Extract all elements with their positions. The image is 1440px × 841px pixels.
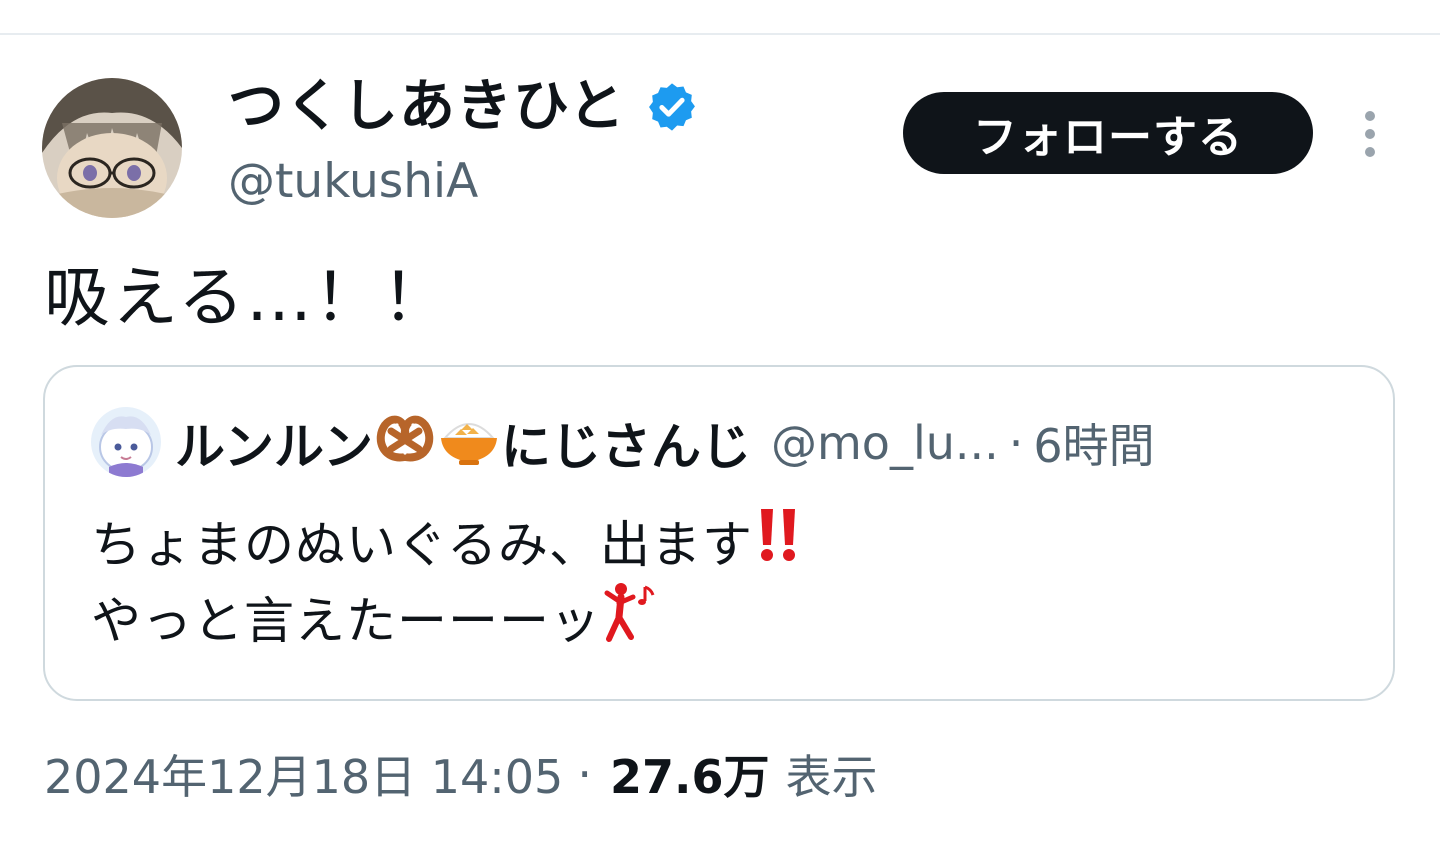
- author-handle[interactable]: @tukushiA: [228, 150, 478, 214]
- header-separator: ·: [1008, 416, 1024, 470]
- quoted-tweet-time[interactable]: 6時間: [1033, 410, 1154, 476]
- author-name-row: つくしあきひと: [228, 72, 699, 142]
- quoted-text-line-2-text: やっと言えたーーーッ: [91, 592, 601, 650]
- quoted-author-name-part1: ルンルン: [175, 418, 373, 476]
- quoted-tweet-text: ちょまのぬいぐるみ、出ます やっと言えたーーーッ: [91, 507, 805, 659]
- tweet-text: 吸える…！！: [44, 259, 451, 336]
- more-vertical-icon[interactable]: [1356, 108, 1384, 160]
- quoted-tweet-header: ルンルン にじさんじ @mo_lu... · 6時間: [175, 403, 1155, 483]
- verified-badge-icon[interactable]: [645, 80, 699, 134]
- author-display-name[interactable]: つくしあきひと: [228, 72, 625, 142]
- quoted-author-name-part2: にじさんじ: [501, 418, 751, 476]
- quoted-author-avatar[interactable]: [91, 407, 161, 477]
- quoted-author-name[interactable]: ルンルン にじさんじ: [175, 407, 751, 479]
- quoted-tweet-card[interactable]: ルンルン にじさんじ @mo_lu... · 6時間 ちょまのぬいぐるみ、出ます…: [43, 365, 1395, 701]
- tweet-meta: 2024年12月18日 14:05 · 27.6万 表示: [44, 736, 877, 812]
- view-count-label: 表示: [785, 750, 878, 804]
- quoted-text-line-2: やっと言えたーーーッ: [91, 582, 805, 659]
- tweet-date[interactable]: 2024年12月18日 14:05: [44, 741, 563, 807]
- dancer-emoji: [601, 579, 661, 664]
- quoted-text-line-1-text: ちょまのぬいぐるみ、出ます: [91, 516, 753, 574]
- follow-button[interactable]: フォローする: [903, 92, 1313, 174]
- top-divider: [0, 33, 1440, 35]
- double-exclamation-emoji: [753, 505, 805, 586]
- quoted-author-handle[interactable]: @mo_lu...: [771, 416, 999, 470]
- author-avatar[interactable]: [42, 78, 182, 218]
- meta-separator: ·: [577, 747, 592, 801]
- pretzel-emoji: [373, 409, 437, 477]
- view-count[interactable]: 27.6万: [610, 741, 770, 807]
- quoted-text-line-1: ちょまのぬいぐるみ、出ます: [91, 507, 805, 583]
- rice-bowl-emoji: [437, 408, 501, 478]
